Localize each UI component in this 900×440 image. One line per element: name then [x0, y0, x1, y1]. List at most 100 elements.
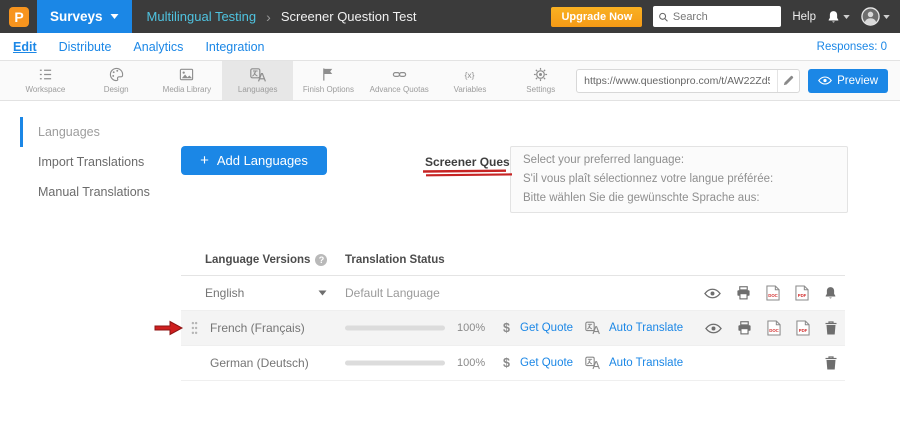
dollar-icon[interactable]: $ [503, 321, 510, 335]
screener-question-preview: Select your preferred language: S'il vou… [510, 146, 848, 213]
delete-language-button[interactable] [825, 321, 837, 335]
screener-line-french: S'il vous plaît sélectionnez votre langu… [523, 170, 835, 189]
language-name[interactable]: German (Deutsch) [210, 356, 309, 370]
table-row-french: French (Français) 100% $ Get Quote Auto … [181, 311, 845, 346]
toolbar-item-design[interactable]: Design [81, 61, 152, 100]
drag-handle-icon[interactable] [191, 322, 198, 335]
search-box[interactable] [653, 6, 781, 27]
eye-icon [705, 323, 722, 334]
survey-url-field[interactable] [576, 69, 800, 93]
languages-icon [250, 68, 266, 82]
tab-analytics[interactable]: Analytics [133, 40, 183, 54]
doc-file-icon: DOC [766, 285, 780, 301]
trash-icon [825, 321, 837, 335]
breadcrumb-separator: › [266, 9, 271, 25]
language-name[interactable]: English [205, 286, 244, 300]
surveys-menu[interactable]: Surveys [37, 0, 132, 33]
screener-line-english: Select your preferred language: [523, 151, 835, 170]
svg-text:DOC: DOC [768, 293, 778, 298]
toolbar-item-settings[interactable]: Settings [505, 61, 576, 100]
languages-sidebar: Languages Import Translations Manual Tra… [20, 117, 172, 207]
auto-translate-link[interactable]: Auto Translate [609, 322, 683, 334]
account-menu[interactable] [861, 7, 890, 26]
sidebar-item-manual-translations[interactable]: Manual Translations [20, 177, 172, 207]
sidebar-item-import-translations[interactable]: Import Translations [20, 147, 172, 177]
breadcrumb-survey-name[interactable]: Multilingual Testing [147, 9, 257, 24]
table-header-row: Language Versions ? Translation Status [181, 245, 845, 276]
notifications-menu[interactable] [827, 10, 850, 24]
table-row-english: English Default Language DOC PDF [181, 276, 845, 311]
export-pdf-button[interactable]: PDF [796, 320, 810, 336]
breadcrumb-page-name: Screener Question Test [281, 9, 417, 24]
annotation-underline [422, 169, 514, 177]
bell-icon [824, 286, 837, 300]
get-quote-link[interactable]: Get Quote [520, 357, 573, 369]
translation-progress-bar [345, 361, 445, 366]
upgrade-now-button[interactable]: Upgrade Now [551, 7, 642, 27]
toolbar-item-finish-options[interactable]: Finish Options [293, 61, 364, 100]
printer-icon [736, 286, 751, 300]
eye-icon [704, 288, 721, 299]
search-input[interactable] [673, 11, 776, 23]
quota-links-icon [392, 67, 407, 82]
svg-text:{x}: {x} [465, 70, 475, 80]
toolbar-item-media-library[interactable]: Media Library [152, 61, 223, 100]
dollar-icon[interactable]: $ [503, 356, 510, 370]
help-link[interactable]: Help [792, 11, 816, 23]
printer-icon [737, 321, 752, 335]
add-languages-button[interactable]: + Add Languages [181, 146, 327, 175]
print-button[interactable] [736, 286, 751, 300]
chevron-down-icon [843, 15, 850, 19]
translation-progress-bar [345, 326, 445, 331]
svg-text:DOC: DOC [769, 328, 779, 333]
language-dropdown-caret-icon[interactable] [318, 291, 327, 296]
responses-count[interactable]: Responses: 0 [817, 41, 887, 53]
view-language-button[interactable] [704, 288, 721, 299]
survey-url-input[interactable] [577, 75, 777, 87]
chevron-down-icon [883, 15, 890, 19]
help-icon[interactable]: ? [315, 254, 327, 266]
col-language-versions: Language Versions ? [205, 254, 327, 266]
plus-icon: + [200, 152, 209, 169]
translation-percent: 100% [457, 322, 485, 334]
tab-integration[interactable]: Integration [205, 40, 264, 54]
view-language-button[interactable] [705, 323, 722, 334]
gear-icon [533, 67, 548, 82]
bell-icon [827, 10, 840, 24]
tab-edit[interactable]: Edit [13, 40, 37, 54]
default-language-label: Default Language [345, 286, 440, 300]
auto-translate-icon[interactable] [585, 322, 600, 335]
tab-distribute[interactable]: Distribute [59, 40, 112, 54]
survey-nav-tabs: Edit Distribute Analytics Integration Re… [0, 33, 900, 61]
svg-text:PDF: PDF [798, 293, 807, 298]
toolbar-item-advance-quotas[interactable]: Advance Quotas [364, 61, 435, 100]
col-translation-status: Translation Status [345, 254, 445, 266]
notify-button[interactable] [824, 286, 837, 300]
design-palette-icon [109, 67, 124, 82]
auto-translate-icon[interactable] [585, 357, 600, 370]
variables-icon: {x} [462, 67, 477, 82]
delete-language-button[interactable] [825, 356, 837, 370]
questionpro-logo[interactable]: P [9, 7, 29, 27]
auto-translate-link[interactable]: Auto Translate [609, 357, 683, 369]
workspace-icon [38, 67, 53, 82]
toolbar-item-variables[interactable]: {x} Variables [435, 61, 506, 100]
language-name[interactable]: French (Français) [210, 321, 305, 335]
edit-url-button[interactable] [777, 70, 799, 92]
edit-toolbar: Workspace Design Media Library Languages… [0, 61, 900, 101]
toolbar-item-languages[interactable]: Languages [222, 61, 293, 100]
print-button[interactable] [737, 321, 752, 335]
logo-letter: P [14, 9, 23, 25]
preview-button[interactable]: Preview [808, 69, 888, 93]
sidebar-item-languages[interactable]: Languages [20, 117, 172, 147]
translation-percent: 100% [457, 357, 485, 369]
top-header: P Surveys Multilingual Testing › Screene… [0, 0, 900, 33]
eye-icon [818, 76, 832, 85]
pdf-file-icon: PDF [795, 285, 809, 301]
export-doc-button[interactable]: DOC [767, 320, 781, 336]
toolbar-item-workspace[interactable]: Workspace [10, 61, 81, 100]
table-row-german: German (Deutsch) 100% $ Get Quote Auto T… [181, 346, 845, 381]
get-quote-link[interactable]: Get Quote [520, 322, 573, 334]
export-pdf-button[interactable]: PDF [795, 285, 809, 301]
export-doc-button[interactable]: DOC [766, 285, 780, 301]
